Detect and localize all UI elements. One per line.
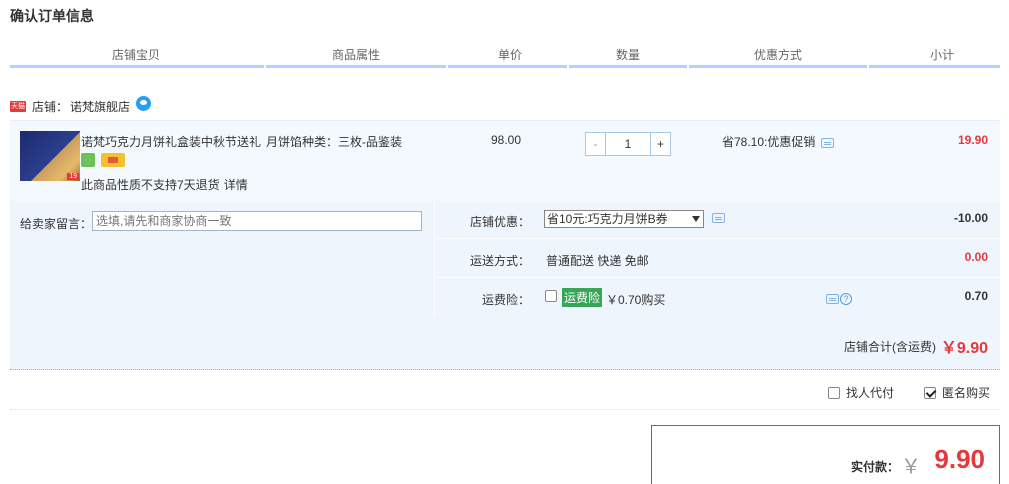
page-title: 确认订单信息 bbox=[10, 8, 94, 24]
shop-coupon-label: 店铺优惠： bbox=[469, 215, 530, 229]
shop-label: 店铺： bbox=[32, 99, 69, 114]
quantity-stepper: - + bbox=[585, 132, 671, 156]
discount-comment-icon[interactable] bbox=[821, 137, 835, 148]
shop-total-label: 店铺合计(含运费) bbox=[844, 340, 936, 354]
message-label: 给卖家留言： bbox=[20, 217, 93, 231]
insurance-row: 运费险： 运费险 ￥0.70购买 ? 0.70 bbox=[436, 279, 1000, 317]
quantity-increase-button[interactable]: + bbox=[650, 133, 670, 155]
shop-coupon-select[interactable]: 省10元:巧克力月饼B券 bbox=[544, 210, 704, 228]
item-row: 19 诺梵巧克力月饼礼盒装中秋节送礼 此商品性质不支持7天退货 详情 月饼馅种类：… bbox=[10, 121, 1000, 201]
insurance-checkbox[interactable] bbox=[545, 290, 557, 302]
item-attribute: 月饼馅种类：三枚-品鉴装 bbox=[266, 135, 402, 149]
payment-box: 实付款： ￥ 9.90 bbox=[651, 425, 1000, 484]
shipping-amount: 0.00 bbox=[964, 250, 988, 264]
card-badge-icon[interactable] bbox=[101, 153, 125, 167]
seller-message-input[interactable] bbox=[92, 211, 422, 231]
column-header-subtotal: 小计 bbox=[929, 48, 954, 62]
column-header-price: 单价 bbox=[497, 48, 522, 62]
return-detail-link[interactable]: 详情 bbox=[224, 178, 248, 192]
proxy-pay-checkbox[interactable] bbox=[828, 386, 840, 399]
shop-total-amount: ￥9.90 bbox=[940, 340, 988, 357]
item-subtotal: 19.90 bbox=[957, 133, 988, 147]
anonymous-label: 匿名购买 bbox=[942, 386, 991, 400]
return-notice-text: 此商品性质不支持7天退货 bbox=[81, 178, 220, 192]
payment-amount: 9.90 bbox=[934, 444, 985, 474]
message-area: 给卖家留言： bbox=[10, 201, 435, 317]
anonymous-checkbox[interactable] bbox=[924, 386, 936, 399]
shipping-value: 普通配送 快递 免邮 bbox=[546, 254, 649, 268]
wangwang-chat-icon[interactable] bbox=[136, 95, 152, 111]
help-icon[interactable]: ? bbox=[840, 292, 852, 305]
shop-coupon-amount: -10.00 bbox=[953, 211, 988, 225]
return-notice: 此商品性质不支持7天退货 详情 bbox=[81, 176, 248, 193]
quantity-input[interactable] bbox=[606, 133, 650, 155]
shop-name-link[interactable]: 诺梵旗舰店 bbox=[70, 98, 130, 115]
anonymous-option[interactable]: 匿名购买 bbox=[924, 384, 990, 401]
shop-row: 天猫 店铺： 诺梵旗舰店 bbox=[10, 95, 152, 116]
order-extras: 给卖家留言： 店铺优惠： 省10元:巧克力月饼B券 -10.00 运送方式： 普… bbox=[10, 201, 1000, 317]
order-item-box: 19 诺梵巧克力月饼礼盒装中秋节送礼 此商品性质不支持7天退货 详情 月饼馅种类：… bbox=[10, 120, 1000, 317]
dropdown-arrow-icon bbox=[692, 216, 700, 222]
proxy-pay-label: 找人代付 bbox=[846, 386, 895, 400]
column-header: 店铺宝贝 商品属性 单价 数量 优惠方式 小计 bbox=[10, 40, 1000, 68]
insurance-label: 运费险： bbox=[481, 293, 530, 307]
shop-total: 店铺合计(含运费) ￥9.90 bbox=[10, 316, 1000, 370]
shipping-row: 运送方式： 普通配送 快递 免邮 0.00 bbox=[436, 240, 1000, 278]
insurance-amount: 0.70 bbox=[964, 289, 988, 303]
insurance-tag: 运费险 bbox=[562, 288, 603, 307]
shop-coupon-selected: 省10元:巧克力月饼B券 bbox=[547, 212, 668, 226]
tmall-badge-icon: 天猫 bbox=[10, 100, 26, 112]
payment-currency: ￥ bbox=[901, 456, 921, 478]
column-header-qty: 数量 bbox=[615, 48, 640, 62]
thumbnail-price-tag: 19 bbox=[67, 173, 79, 180]
insurance-icons: ? bbox=[826, 291, 852, 305]
column-header-discount: 优惠方式 bbox=[753, 48, 802, 62]
insurance-comment-icon[interactable] bbox=[826, 293, 839, 304]
item-discount-text: 省78.10:优惠促销 bbox=[722, 135, 816, 149]
shop-coupon-row: 店铺优惠： 省10元:巧克力月饼B券 -10.00 bbox=[436, 201, 1000, 239]
column-header-item: 店铺宝贝 bbox=[111, 48, 160, 62]
proxy-pay-option[interactable]: 找人代付 bbox=[828, 384, 894, 401]
coupon-comment-icon[interactable] bbox=[712, 213, 725, 223]
item-thumbnail[interactable]: 19 bbox=[20, 131, 80, 181]
column-header-attr: 商品属性 bbox=[331, 48, 380, 62]
shipping-label: 运送方式： bbox=[469, 254, 530, 268]
order-options: 找人代付 匿名购买 bbox=[10, 372, 1000, 410]
service-badge-icon[interactable] bbox=[81, 153, 95, 167]
item-name-link[interactable]: 诺梵巧克力月饼礼盒装中秋节送礼 bbox=[81, 133, 261, 150]
insurance-price: ￥0.70购买 bbox=[606, 293, 666, 307]
quantity-decrease-button[interactable]: - bbox=[586, 133, 606, 155]
item-discount: 省78.10:优惠促销 bbox=[722, 133, 835, 150]
payment-label: 实付款： bbox=[850, 460, 899, 474]
item-unit-price: 98.00 bbox=[491, 133, 522, 147]
